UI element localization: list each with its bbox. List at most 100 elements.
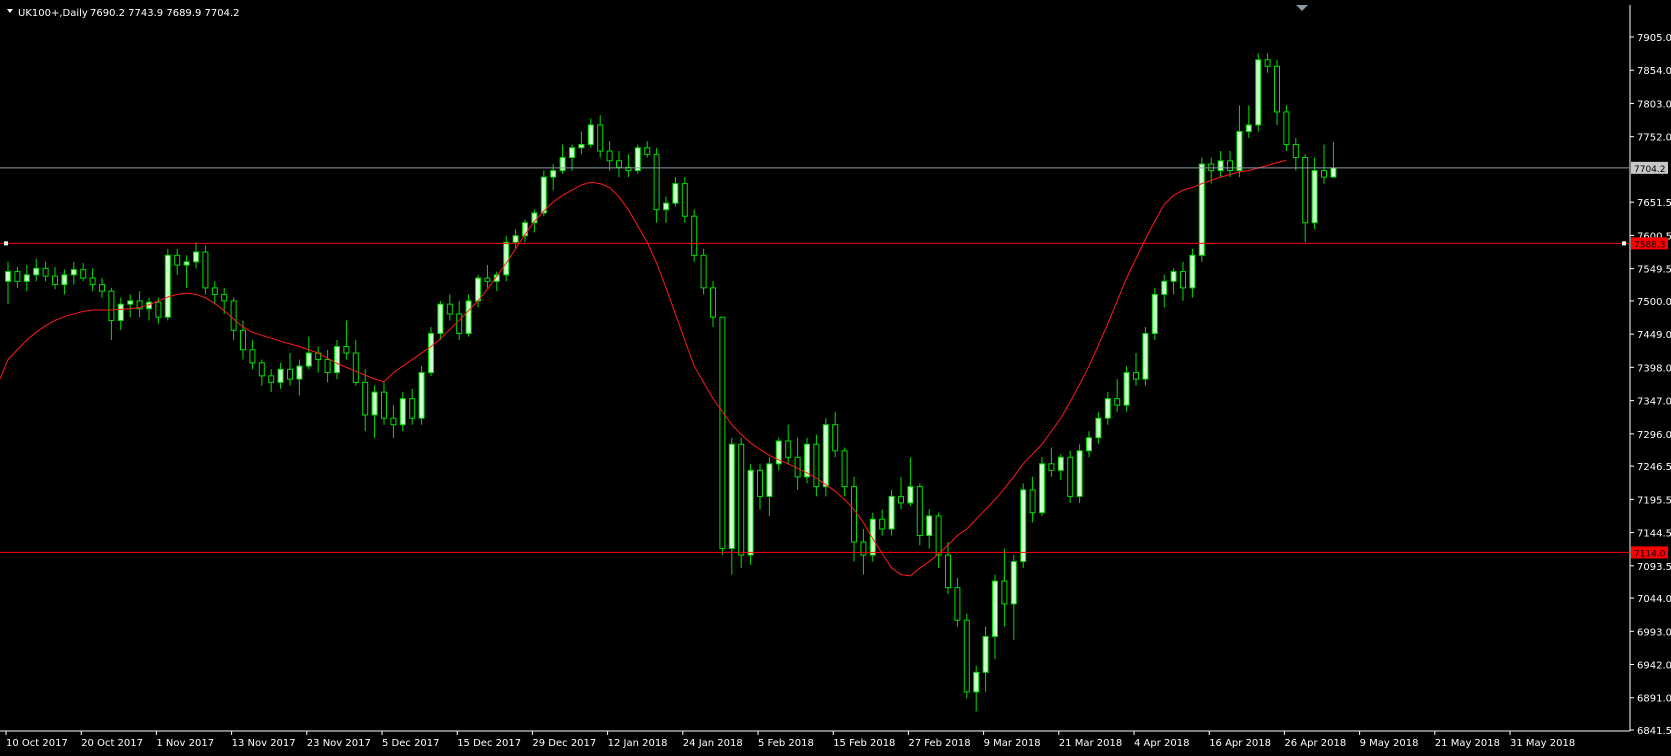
candle-body-bull — [1330, 167, 1337, 178]
candle — [1039, 457, 1045, 516]
candle-body-bear — [221, 293, 228, 302]
candle-body-bear — [1048, 463, 1055, 471]
candle-body-bear — [352, 352, 359, 383]
candle — [1198, 157, 1205, 262]
candle-body-bear — [898, 495, 904, 504]
candle-body-bull — [747, 469, 754, 556]
candle-body-bear — [1180, 271, 1186, 289]
candle-body-bear — [710, 287, 716, 318]
price-tick-label: 6841.5 — [1637, 726, 1671, 737]
time-tick-label: 4 Apr 2018 — [1134, 738, 1189, 749]
candle-body-bear — [258, 362, 265, 377]
candle — [465, 294, 472, 337]
candle-body-bear — [1208, 163, 1215, 172]
candle-body-bull — [550, 170, 557, 178]
candle — [963, 613, 970, 699]
candle-body-bear — [1274, 65, 1280, 113]
candle-body-bull — [766, 463, 773, 497]
candle-body-bear — [1227, 160, 1233, 172]
candle-body-bear — [52, 275, 58, 286]
candle — [1123, 366, 1130, 412]
time-tick-label: 29 Dec 2017 — [532, 738, 596, 749]
candle — [428, 326, 434, 376]
candle-body-bear — [14, 271, 21, 282]
candle — [1142, 326, 1149, 386]
candle-body-bear — [89, 277, 96, 286]
candle-body-bull — [418, 372, 425, 419]
current-price-tag-text: 7704.2 — [1634, 165, 1666, 175]
candle-body-bear — [202, 251, 209, 289]
candle — [747, 463, 754, 565]
candle-body-bear — [719, 316, 726, 550]
line-handle-left[interactable] — [4, 241, 8, 246]
price-tick-label: 7398.0 — [1637, 363, 1671, 374]
candle-body-bull — [569, 147, 575, 159]
candle-body-bull — [1086, 437, 1092, 452]
time-tick-label: 1 Nov 2017 — [156, 738, 214, 749]
candle-body-bull — [1095, 417, 1102, 439]
price-tick-label: 7093.5 — [1637, 562, 1671, 573]
candle — [1151, 287, 1158, 341]
candle-body-bull — [907, 486, 914, 504]
candle-body-bull — [1010, 561, 1017, 605]
price-tick-label: 7752.0 — [1637, 133, 1671, 144]
candle-body-bull — [1142, 332, 1149, 380]
candle-body-bear — [211, 287, 218, 295]
chart-window[interactable]: UK100+,Daily 7690.2 7743.9 7689.9 7704.2… — [0, 0, 1671, 756]
candle-body-bull — [869, 518, 876, 556]
time-tick-label: 15 Dec 2017 — [457, 738, 521, 749]
candle — [691, 209, 698, 262]
candle-body-bear — [381, 391, 387, 419]
time-tick-label: 20 Oct 2017 — [81, 738, 143, 749]
candle-body-bull — [33, 267, 40, 276]
candle-body-bear — [954, 587, 961, 621]
candle-body-bear — [653, 153, 660, 211]
candle-body-bull — [23, 274, 30, 282]
time-tick-label: 26 Apr 2018 — [1284, 738, 1346, 749]
candle-body-bull — [663, 202, 669, 211]
candle-body-bear — [484, 277, 491, 282]
candle-body-bear — [249, 349, 256, 364]
chart-canvas[interactable]: UK100+,Daily 7690.2 7743.9 7689.9 7704.2… — [0, 0, 1671, 756]
candle-body-bull — [822, 424, 829, 488]
candle — [888, 489, 895, 536]
price-tick-label: 7044.0 — [1637, 594, 1671, 605]
time-tick-label: 24 Jan 2018 — [683, 738, 743, 749]
candle-body-bear — [963, 619, 970, 693]
price-tick-label: 7449.0 — [1637, 330, 1671, 341]
candle — [738, 437, 745, 569]
support-price-tag: 7114.0 — [1631, 546, 1668, 559]
chart-background — [0, 0, 1671, 756]
candle-body-bull — [183, 261, 190, 266]
candle-body-bear — [1264, 59, 1271, 67]
candle-body-bull — [1161, 280, 1168, 295]
current-price-tag: 7704.2 — [1631, 161, 1668, 175]
candle-body-bear — [1029, 489, 1036, 514]
candle-body-bear — [80, 269, 87, 279]
candle-body-bull — [728, 443, 735, 550]
candle-body-bear — [785, 440, 792, 458]
candle-body-bear — [456, 313, 463, 334]
candle — [1067, 450, 1074, 503]
candle-body-bull — [61, 274, 68, 286]
candle-body-bull — [305, 352, 312, 367]
line-handle-right[interactable] — [1622, 241, 1626, 246]
candle-body-bear — [343, 346, 350, 354]
candle-body-bear — [287, 368, 293, 380]
candle-body-bear — [1283, 111, 1290, 146]
candle-body-bear — [1067, 456, 1074, 497]
candle-body-bull — [437, 303, 444, 334]
candle-body-bear — [390, 417, 397, 426]
time-tick-label: 27 Feb 2018 — [908, 738, 970, 749]
candle-body-bear — [644, 147, 651, 155]
candle — [634, 144, 641, 174]
time-tick-label: 12 Jan 2018 — [608, 738, 668, 749]
candle — [503, 235, 510, 282]
candle-body-bull — [1104, 398, 1111, 419]
candle-body-bear — [155, 301, 162, 318]
time-tick-label: 15 Feb 2018 — [833, 738, 895, 749]
candle-body-bear — [409, 398, 416, 419]
candle-body-bear — [832, 424, 839, 452]
time-tick-label: 13 Nov 2017 — [232, 738, 296, 749]
candle-body-bear — [681, 183, 688, 217]
